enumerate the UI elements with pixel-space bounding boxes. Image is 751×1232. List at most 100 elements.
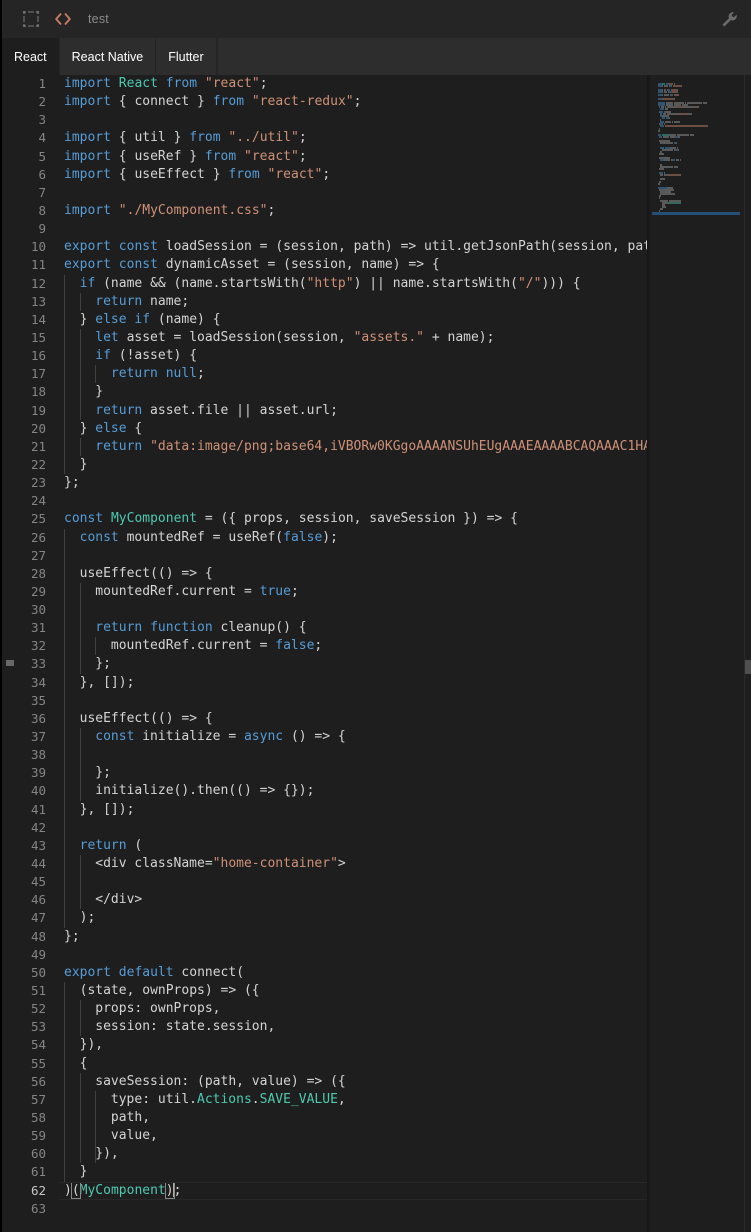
code-line[interactable]: 46 </div> bbox=[2, 891, 647, 910]
line-content[interactable]: export const dynamicAsset = (session, na… bbox=[64, 256, 440, 274]
code-line[interactable]: 61} bbox=[2, 1163, 647, 1182]
line-content[interactable]: ); bbox=[80, 909, 96, 927]
line-content[interactable]: session: state.session, bbox=[95, 1018, 275, 1036]
line-content[interactable]: if (!asset) { bbox=[95, 347, 197, 365]
code-line[interactable]: 54}), bbox=[2, 1036, 647, 1055]
code-line[interactable]: 37 const initialize = async () => { bbox=[2, 728, 647, 747]
line-content[interactable]: if (name && (name.startsWith("http") || … bbox=[80, 275, 581, 293]
line-content[interactable]: return asset.file || asset.url; bbox=[95, 402, 338, 420]
line-content[interactable]: return "data:image/png;base64,iVBORw0KGg… bbox=[95, 438, 647, 456]
scrollbar-thumb-overflow-marker[interactable] bbox=[6, 660, 14, 666]
line-content[interactable]: useEffect(() => { bbox=[80, 710, 213, 728]
line-content[interactable]: (state, ownProps) => ({ bbox=[80, 982, 260, 1000]
code-line[interactable]: 34}, []); bbox=[2, 673, 647, 692]
line-content[interactable]: }, []); bbox=[80, 674, 135, 692]
code-line[interactable]: 60}), bbox=[2, 1145, 647, 1164]
line-content[interactable]: import { connect } from "react-redux"; bbox=[64, 93, 361, 111]
code-line[interactable]: 47); bbox=[2, 909, 647, 928]
minimap[interactable] bbox=[652, 75, 748, 1232]
code-line[interactable]: 27 bbox=[2, 546, 647, 565]
code-line[interactable]: 58 path, bbox=[2, 1108, 647, 1128]
code-line[interactable]: 49 bbox=[2, 946, 647, 964]
code-line[interactable]: 30 bbox=[2, 601, 647, 620]
line-content[interactable]: export const loadSession = (session, pat… bbox=[64, 238, 647, 256]
code-line[interactable]: 32 mountedRef.current = false; bbox=[2, 637, 647, 656]
line-content[interactable]: { bbox=[80, 1055, 88, 1073]
code-line[interactable]: 51 (state, ownProps) => ({ bbox=[2, 982, 647, 1001]
line-content[interactable]: props: ownProps, bbox=[95, 1000, 220, 1018]
code-line[interactable]: 33}; bbox=[2, 655, 647, 674]
line-content[interactable]: type: util.Actions.SAVE_VALUE, bbox=[111, 1091, 346, 1109]
code-line[interactable]: 5 import { useRef } from "react"; bbox=[2, 148, 647, 166]
code-line[interactable]: 4 import { util } from "../util"; bbox=[2, 129, 647, 147]
code-line[interactable]: 6 import { useEffect } from "react"; bbox=[2, 166, 647, 184]
line-content[interactable]: return null; bbox=[111, 365, 205, 383]
wrench-icon[interactable] bbox=[721, 11, 738, 28]
code-line[interactable]: 15 let asset = loadSession(session, "asse… bbox=[2, 328, 647, 348]
code-line[interactable]: 44 <div className="home-container"> bbox=[2, 855, 647, 874]
code-line[interactable]: 16 if (!asset) { bbox=[2, 347, 647, 366]
line-content[interactable]: const MyComponent = ({ props, session, s… bbox=[64, 510, 518, 528]
code-line[interactable]: 17 return null; bbox=[2, 365, 647, 384]
code-lines-container[interactable]: 1 import React from "react"; 2 import { con… bbox=[2, 75, 647, 1232]
code-line[interactable]: 52 props: ownProps, bbox=[2, 1000, 647, 1019]
line-content[interactable]: useEffect(() => { bbox=[80, 565, 213, 583]
code-line[interactable]: 11 export const dynamicAsset = (session, … bbox=[2, 256, 647, 274]
code-line[interactable]: 19 return asset.file || asset.url; bbox=[2, 401, 647, 420]
code-line[interactable]: 18} bbox=[2, 383, 647, 402]
code-line[interactable]: 9 bbox=[2, 220, 647, 238]
line-content[interactable]: const mountedRef = useRef(false); bbox=[80, 529, 338, 547]
code-line[interactable]: 41}, []); bbox=[2, 800, 647, 819]
code-line[interactable]: 57 type: util.Actions.SAVE_VALUE, bbox=[2, 1090, 647, 1109]
line-content[interactable]: mountedRef.current = false; bbox=[111, 637, 322, 655]
line-content[interactable]: }; bbox=[95, 655, 111, 673]
line-content[interactable]: return function cleanup() { bbox=[95, 619, 306, 637]
code-line[interactable]: 31 return function cleanup() { bbox=[2, 619, 647, 638]
code-line[interactable]: 39}; bbox=[2, 764, 647, 783]
code-line[interactable]: 26 const mountedRef = useRef(false); bbox=[2, 528, 647, 547]
line-content[interactable]: value, bbox=[111, 1127, 158, 1145]
code-line[interactable]: 35 bbox=[2, 691, 647, 710]
line-content[interactable]: export default connect( bbox=[64, 964, 244, 982]
line-content[interactable]: return name; bbox=[95, 293, 189, 311]
line-content[interactable]: import React from "react"; bbox=[64, 75, 268, 93]
code-line[interactable]: 48}; bbox=[2, 928, 647, 946]
code-line[interactable]: 22} bbox=[2, 455, 647, 475]
code-line[interactable]: 43 return ( bbox=[2, 836, 647, 855]
line-content[interactable]: }), bbox=[80, 1036, 103, 1054]
code-line[interactable]: 50 export default connect( bbox=[2, 964, 647, 982]
scrollbar-thumb[interactable] bbox=[745, 660, 751, 674]
line-content[interactable]: }; bbox=[95, 764, 111, 782]
code-line[interactable]: 24 bbox=[2, 492, 647, 510]
tab-react-native[interactable]: React Native bbox=[59, 38, 157, 75]
line-content[interactable]: } bbox=[80, 456, 88, 474]
code-line[interactable]: 55 { bbox=[2, 1054, 647, 1073]
code-line[interactable]: 25 const MyComponent = ({ props, session,… bbox=[2, 510, 647, 528]
code-line[interactable]: 28 useEffect(() => { bbox=[2, 564, 647, 583]
code-line[interactable]: 14} else if (name) { bbox=[2, 310, 647, 329]
line-content[interactable]: import { util } from "../util"; bbox=[64, 129, 307, 147]
line-content[interactable]: import { useEffect } from "react"; bbox=[64, 166, 330, 184]
code-line[interactable]: 13 return name; bbox=[2, 292, 647, 311]
code-line[interactable]: 3 bbox=[2, 111, 647, 129]
code-line[interactable]: 56 saveSession: (path, value) => ({ bbox=[2, 1072, 647, 1091]
code-line[interactable]: 63 bbox=[2, 1200, 647, 1218]
line-content[interactable]: mountedRef.current = true; bbox=[95, 583, 299, 601]
line-content[interactable]: } bbox=[95, 383, 103, 401]
line-content[interactable]: }, []); bbox=[80, 801, 135, 819]
line-content[interactable]: return ( bbox=[80, 837, 143, 855]
code-editor[interactable]: 1 import React from "react"; 2 import { con… bbox=[2, 75, 751, 1232]
line-content[interactable]: path, bbox=[111, 1109, 150, 1127]
code-line[interactable]: 12 if (name && (name.startsWith("http") |… bbox=[2, 274, 647, 293]
vertical-scrollbar[interactable] bbox=[745, 75, 751, 1232]
line-content[interactable]: let asset = loadSession(session, "assets… bbox=[95, 329, 494, 347]
line-content[interactable]: )(MyComponent); bbox=[64, 1181, 181, 1200]
code-line[interactable]: 7 bbox=[2, 184, 647, 202]
line-content[interactable]: }; bbox=[64, 928, 80, 946]
line-content[interactable]: import { useRef } from "react"; bbox=[64, 148, 307, 166]
code-line[interactable]: 1 import React from "react"; bbox=[2, 75, 647, 93]
line-content[interactable]: saveSession: (path, value) => ({ bbox=[95, 1073, 345, 1091]
frame-select-icon[interactable] bbox=[22, 10, 40, 28]
code-line[interactable]: 62)(MyComponent); bbox=[2, 1181, 647, 1200]
code-line[interactable]: 29 mountedRef.current = true; bbox=[2, 582, 647, 602]
